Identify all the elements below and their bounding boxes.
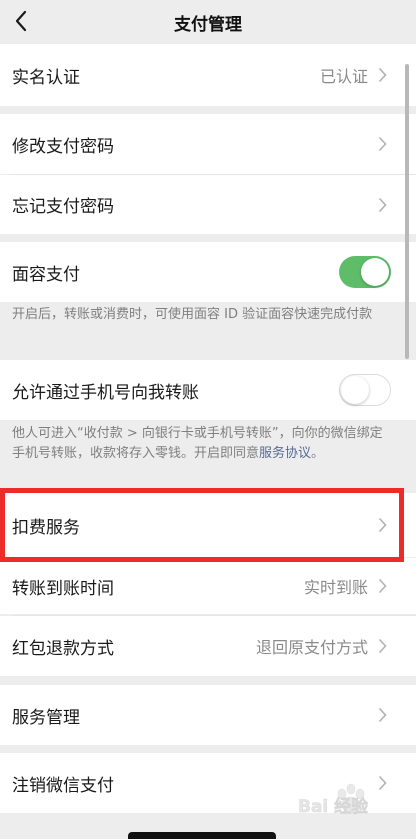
- face-pay-label: 面容支付: [12, 264, 80, 285]
- chevron-right-icon: [378, 638, 388, 654]
- chevron-right-icon: [378, 197, 388, 213]
- transfer-time-value: 实时到账: [303, 578, 368, 597]
- phone-transfer-row: 允许通过手机号向我转账: [0, 360, 416, 420]
- deduction-service-row[interactable]: 扣费服务: [0, 493, 416, 557]
- chevron-right-icon: [378, 67, 388, 83]
- redpacket-refund-value: 退回原支付方式: [255, 638, 368, 657]
- phone-transfer-toggle[interactable]: [339, 374, 391, 406]
- chevron-left-icon: [15, 10, 27, 32]
- watermark-text: Bai 经验: [298, 796, 369, 817]
- nav-bar: 支付管理: [0, 0, 416, 44]
- toggle-knob: [361, 258, 389, 286]
- forgot-password-label: 忘记支付密码: [12, 197, 114, 217]
- chevron-right-icon: [378, 517, 388, 533]
- chevron-right-icon: [378, 707, 388, 723]
- deduction-service-label: 扣费服务: [12, 517, 80, 538]
- phone-transfer-note: 他人可进入“收付款 > 向银行卡或手机号转账”，向你的微信绑定手机号转账，收款将…: [0, 424, 416, 464]
- face-pay-row: 面容支付: [0, 242, 416, 302]
- page-title: 支付管理: [174, 14, 242, 35]
- face-pay-toggle[interactable]: [339, 256, 391, 288]
- chevron-right-icon: [378, 578, 388, 594]
- face-pay-note: 开启后，转账或消费时，可使用面容 ID 验证面容快速完成付款: [12, 307, 373, 322]
- change-password-label: 修改支付密码: [12, 136, 114, 157]
- phone-transfer-note-end: 。: [311, 446, 325, 461]
- chevron-right-icon: [378, 136, 388, 152]
- toggle-knob: [341, 375, 369, 404]
- service-manage-row[interactable]: 服务管理: [0, 685, 416, 745]
- redpacket-refund-row[interactable]: 红包退款方式 退回原支付方式: [0, 616, 416, 676]
- back-button[interactable]: [6, 6, 36, 36]
- forgot-password-row[interactable]: 忘记支付密码: [0, 175, 416, 234]
- realname-row[interactable]: 实名认证 已认证: [0, 44, 416, 106]
- transfer-time-label: 转账到账时间: [12, 578, 114, 599]
- phone-transfer-label: 允许通过手机号向我转账: [12, 382, 199, 403]
- baidu-jingyan-watermark: Bai 经验: [298, 783, 369, 817]
- transfer-time-row[interactable]: 转账到账时间 实时到账: [0, 558, 416, 614]
- service-manage-label: 服务管理: [12, 707, 80, 728]
- realname-label: 实名认证: [12, 67, 80, 88]
- change-password-row[interactable]: 修改支付密码: [0, 114, 416, 174]
- redpacket-refund-label: 红包退款方式: [12, 638, 114, 659]
- phone-transfer-note-text: 他人可进入“收付款 > 向银行卡或手机号转账”，向你的微信绑定手机号转账，收款将…: [12, 426, 383, 461]
- service-agreement-link[interactable]: 服务协议: [259, 446, 311, 461]
- home-indicator: [128, 832, 276, 839]
- realname-status: 已认证: [319, 67, 368, 86]
- scrollbar[interactable]: [405, 64, 409, 359]
